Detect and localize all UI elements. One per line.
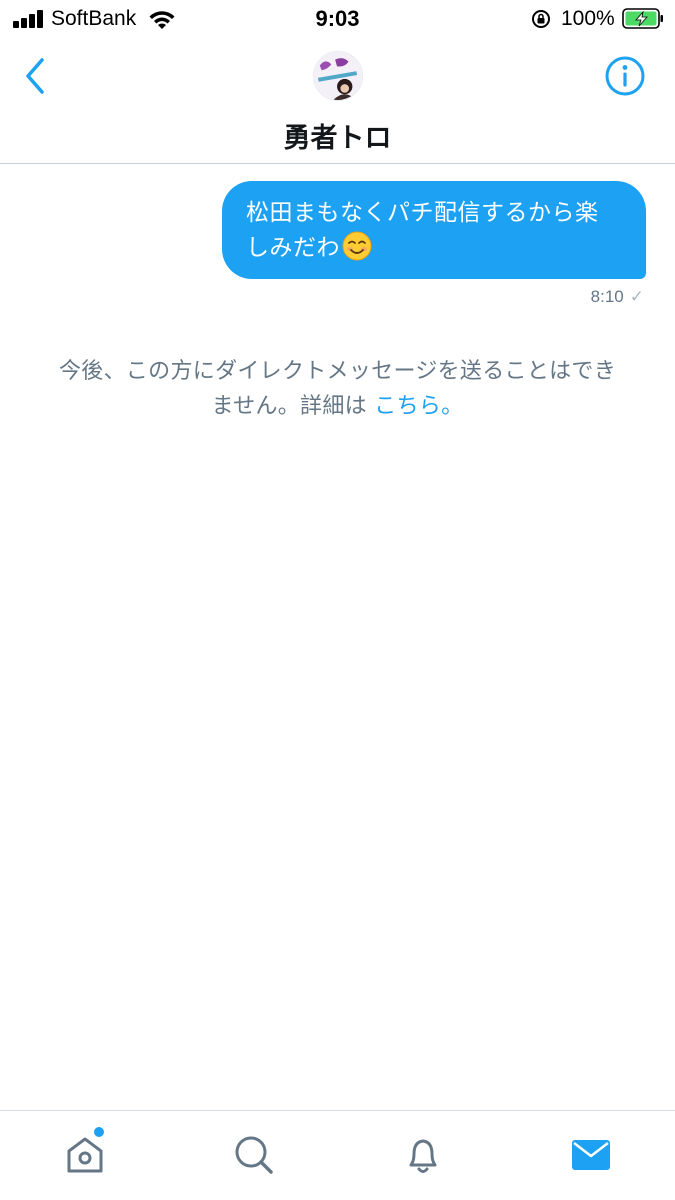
message-meta: 8:10 ✓ (591, 287, 644, 307)
message-text-line: しみだわ (246, 231, 628, 266)
sent-message-bubble[interactable]: 松田まもなくパチ配信するから楽 しみだわ (222, 181, 646, 279)
search-icon[interactable] (232, 1133, 276, 1177)
notice-text-line: ません。詳細は こちら。 (14, 389, 661, 424)
smiling-face-icon (342, 231, 372, 261)
battery-charging-icon (622, 8, 663, 29)
message-text-line: 松田まもなくパチ配信するから楽 (246, 200, 599, 226)
dm-disabled-notice: 今後、この方にダイレクトメッセージを送ることはでき ません。詳細は こちら。 (14, 354, 661, 424)
sent-check-icon: ✓ (629, 287, 644, 306)
bell-icon[interactable] (401, 1133, 445, 1177)
battery-percent: 100% (561, 7, 615, 30)
status-bar: SoftBank 9:03 100% (0, 0, 675, 38)
unread-indicator (94, 1127, 104, 1137)
tab-bar (0, 1110, 675, 1200)
notice-text: ません。詳細は (211, 394, 367, 419)
info-button[interactable] (603, 54, 647, 98)
notice-text-line: 今後、この方にダイレクトメッセージを送ることはでき (58, 359, 617, 384)
learn-more-link[interactable]: こちら。 (374, 394, 463, 419)
home-icon[interactable] (63, 1133, 107, 1177)
orientation-lock-icon (532, 10, 550, 28)
conversation-header: 勇者トロ (0, 38, 675, 164)
message-text: しみだわ (246, 235, 340, 261)
back-button[interactable] (14, 54, 58, 98)
contact-avatar[interactable] (313, 51, 363, 101)
envelope-icon[interactable] (569, 1133, 613, 1177)
message-time: 8:10 (590, 287, 624, 306)
contact-name[interactable]: 勇者トロ (0, 116, 675, 155)
